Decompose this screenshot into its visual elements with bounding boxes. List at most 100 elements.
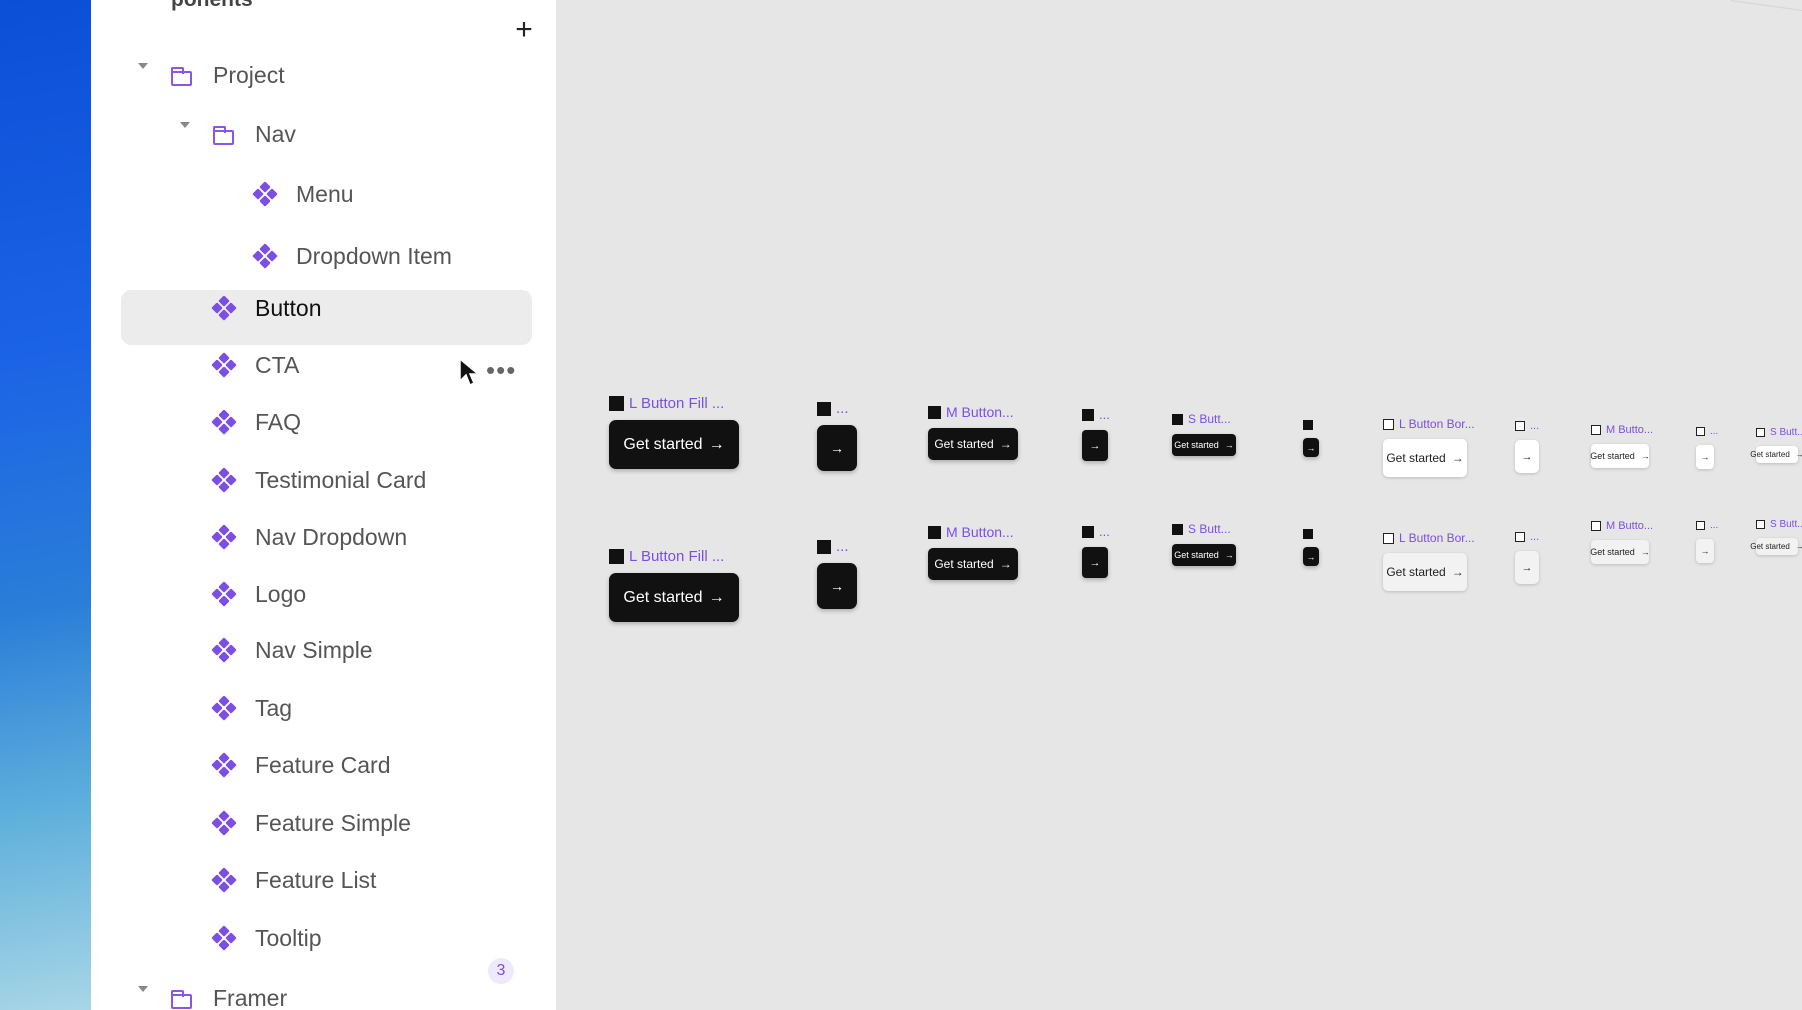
button-variant[interactable]: L Button Fill ... Get started →	[609, 548, 739, 622]
variant-label: M Butto...	[1591, 424, 1653, 436]
button-text: Get started	[1174, 440, 1219, 450]
caret-down-icon[interactable]	[138, 63, 148, 69]
get-started-button[interactable]: Get started →	[1172, 544, 1236, 566]
variant-label: L Button Fill ...	[609, 548, 739, 565]
button-variant[interactable]: ... →	[1082, 407, 1110, 461]
get-started-button[interactable]: Get started →	[1590, 540, 1650, 564]
get-started-button[interactable]: →	[817, 425, 857, 471]
button-variant[interactable]: S Butt... Get started →	[1750, 427, 1802, 463]
folder-icon	[171, 66, 193, 86]
tree-item-label: Button	[255, 294, 322, 321]
tree-item-project[interactable]: Project	[138, 55, 285, 95]
button-variant[interactable]: L Button Bor... Get started →	[1383, 417, 1475, 477]
button-variant[interactable]: M Button... Get started →	[928, 404, 1018, 460]
get-started-button[interactable]: Get started →	[928, 548, 1018, 580]
get-started-button[interactable]: Get started →	[1172, 434, 1236, 456]
get-started-button[interactable]: →	[1696, 445, 1714, 469]
get-started-button[interactable]: →	[1515, 440, 1539, 473]
get-started-button[interactable]: Get started →	[1750, 446, 1802, 463]
tree-item-menu[interactable]: Menu	[252, 174, 354, 214]
folder-icon	[213, 125, 235, 145]
tree-item-nav[interactable]: Nav	[180, 114, 296, 154]
get-started-button[interactable]: Get started →	[1383, 439, 1467, 477]
get-started-button[interactable]: Get started →	[609, 420, 739, 469]
tree-item-logo[interactable]: Logo	[211, 574, 306, 614]
variant-label: S Butt...	[1756, 519, 1802, 530]
variant-label: S Butt...	[1172, 412, 1236, 426]
button-variant[interactable]: ... →	[1515, 531, 1539, 584]
button-variant[interactable]: →	[1303, 420, 1319, 457]
get-started-button[interactable]: →	[1082, 547, 1108, 578]
add-component-button[interactable]: +	[509, 15, 539, 46]
get-started-button[interactable]: Get started →	[1750, 538, 1802, 555]
frame-icon	[1172, 413, 1183, 425]
button-variant[interactable]: ... →	[817, 538, 857, 609]
get-started-button[interactable]: →	[1303, 547, 1319, 566]
button-variant[interactable]: M Button... Get started →	[928, 524, 1018, 580]
count-badge: 3	[488, 958, 514, 984]
button-variant[interactable]: L Button Fill ... Get started →	[609, 395, 739, 469]
get-started-button[interactable]: →	[817, 563, 857, 609]
arrow-right-icon: →	[999, 557, 1012, 571]
variant-label: L Button Bor...	[1383, 531, 1475, 545]
button-text: Get started	[1590, 451, 1635, 461]
tree-item-feature-card[interactable]: Feature Card	[211, 745, 391, 785]
caret-down-icon[interactable]	[138, 986, 148, 992]
tree-item-label: Nav Dropdown	[255, 523, 408, 550]
variant-label: ...	[1696, 426, 1718, 437]
button-variant[interactable]: S Butt... Get started →	[1750, 519, 1802, 555]
arrow-right-icon: →	[1451, 451, 1464, 465]
variant-label	[1303, 420, 1319, 430]
get-started-button[interactable]: →	[1303, 438, 1319, 457]
variant-label: ...	[817, 538, 857, 555]
button-variant[interactable]: ... →	[1696, 426, 1718, 469]
tree-item-nav-dropdown[interactable]: Nav Dropdown	[211, 517, 408, 557]
tree-item-faq[interactable]: FAQ	[211, 402, 301, 442]
tree-item-feature-list[interactable]: Feature List	[211, 860, 376, 900]
button-variant[interactable]: M Butto... Get started →	[1590, 424, 1653, 468]
get-started-button[interactable]: →	[1082, 430, 1108, 461]
tree-item-cta[interactable]: CTA	[211, 345, 299, 385]
more-options-icon[interactable]: •••	[486, 357, 516, 383]
frame-icon	[1172, 523, 1183, 535]
frame-icon	[1591, 425, 1601, 435]
get-started-button[interactable]: Get started →	[609, 573, 739, 622]
button-variant[interactable]: ... →	[817, 400, 857, 471]
button-variant[interactable]: ... →	[1696, 520, 1718, 563]
variant-name: L Button Fill ...	[629, 395, 725, 412]
tree-item-button[interactable]: Button	[211, 288, 322, 328]
variant-label: S Butt...	[1172, 522, 1236, 536]
button-variant[interactable]: ... →	[1082, 524, 1110, 578]
tree-item-label: Feature Simple	[255, 809, 411, 836]
button-text: Get started	[1750, 542, 1790, 551]
button-variant[interactable]: ... →	[1515, 420, 1539, 473]
get-started-button[interactable]: →	[1696, 539, 1714, 563]
tree-item-label: Framer	[213, 984, 288, 1010]
button-text: Get started	[1386, 565, 1446, 579]
component-icon	[211, 752, 237, 778]
get-started-button[interactable]: Get started →	[1590, 444, 1650, 468]
tree-item-label: Feature Card	[255, 751, 391, 778]
frame-icon	[1696, 521, 1705, 530]
button-variant[interactable]: S Butt... Get started →	[1172, 412, 1236, 456]
tree-item-framer[interactable]: Framer	[138, 978, 288, 1010]
mouse-cursor-icon	[459, 357, 480, 387]
arrow-right-icon: →	[1224, 440, 1234, 450]
tree-item-dropdown-item[interactable]: Dropdown Item	[252, 236, 452, 276]
get-started-button[interactable]: Get started →	[1383, 553, 1467, 591]
button-variant[interactable]: →	[1303, 529, 1319, 566]
button-variant[interactable]: L Button Bor... Get started →	[1383, 531, 1475, 591]
caret-down-icon[interactable]	[180, 122, 190, 128]
tree-item-tooltip[interactable]: Tooltip	[211, 918, 321, 958]
frame-icon	[1515, 421, 1525, 431]
component-icon	[252, 181, 278, 207]
tree-item-nav-simple[interactable]: Nav Simple	[211, 630, 373, 670]
button-variant[interactable]: M Butto... Get started →	[1590, 520, 1653, 564]
tree-item-tag[interactable]: Tag	[211, 688, 292, 728]
get-started-button[interactable]: →	[1515, 551, 1539, 584]
tree-item-testimonial-card[interactable]: Testimonial Card	[211, 460, 426, 500]
tree-item-feature-simple[interactable]: Feature Simple	[211, 803, 411, 843]
button-variant[interactable]: S Butt... Get started →	[1172, 522, 1236, 566]
design-canvas[interactable]: L Button Fill ... Get started →... → M Butto…	[556, 0, 1802, 1010]
get-started-button[interactable]: Get started →	[928, 428, 1018, 460]
